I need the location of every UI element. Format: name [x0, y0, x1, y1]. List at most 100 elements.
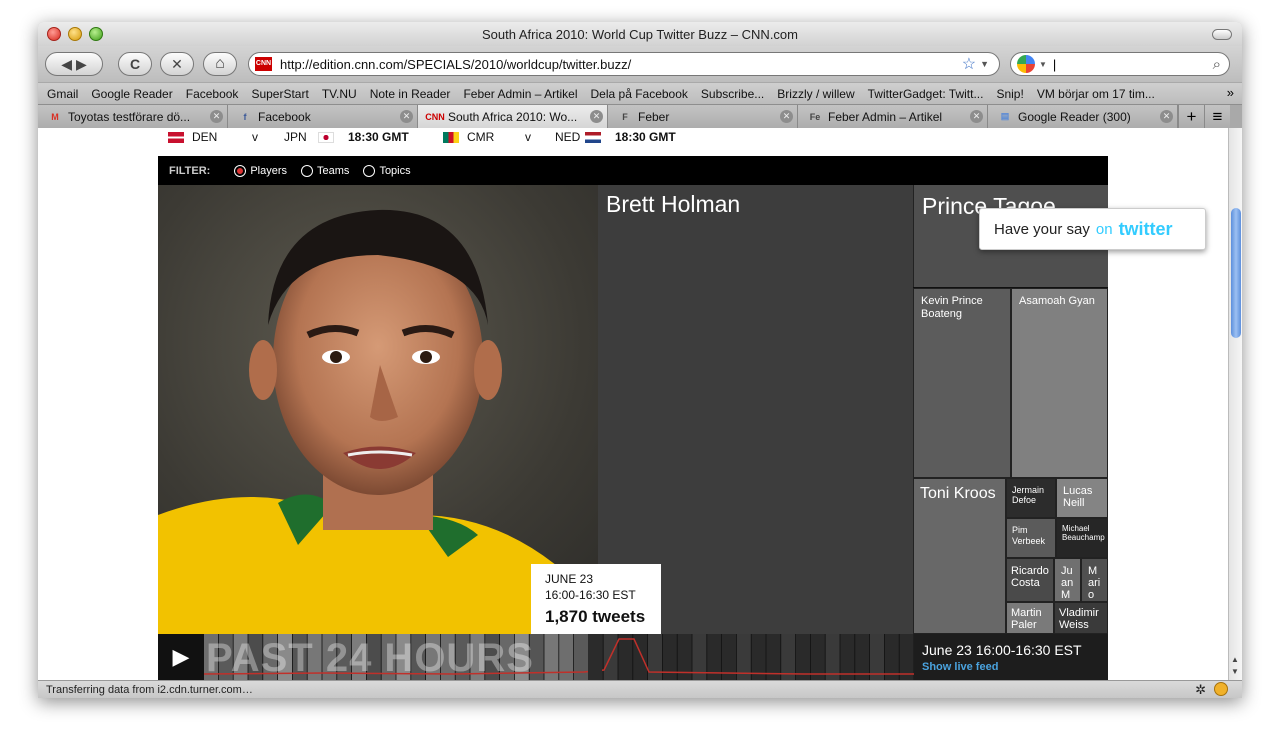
bookmark-item[interactable]: TV.NU — [322, 87, 357, 101]
bookmark-item[interactable]: Subscribe... — [701, 87, 764, 101]
flag-denmark-icon — [168, 131, 184, 143]
reload-button[interactable]: C — [118, 52, 152, 76]
treemap-cell-label: Martin Paler — [1011, 607, 1042, 631]
play-button[interactable]: ▶ — [158, 634, 204, 680]
smiley-addon-icon[interactable] — [1214, 682, 1228, 696]
timeline-segment[interactable] — [884, 634, 899, 680]
filter-radio-topics[interactable] — [363, 164, 376, 177]
tab-list-icon[interactable]: ≡ — [1204, 105, 1230, 128]
back-forward-button[interactable]: ◀ ▶ — [45, 52, 103, 76]
treemap-cell-pim-verbeek[interactable]: Pim Verbeek — [1006, 518, 1056, 558]
bookmark-item[interactable]: TwitterGadget: Twitt... — [868, 87, 984, 101]
tab-close-icon[interactable]: ✕ — [1160, 110, 1173, 123]
browser-window: South Africa 2010: World Cup Twitter Buz… — [38, 22, 1242, 698]
browser-tab[interactable]: M Toyotas testförare dö... ✕ — [38, 105, 228, 128]
bookmarks-bar: Gmail Google Reader Facebook SuperStart TV.N… — [38, 82, 1242, 104]
vertical-scrollbar[interactable]: ▲ ▼ — [1228, 128, 1242, 680]
filter-option-label[interactable]: Players — [250, 165, 287, 177]
bookmarks-overflow-button[interactable]: » — [1227, 85, 1234, 100]
filter-option-label[interactable]: Topics — [379, 165, 410, 177]
chevron-down-icon[interactable]: ▼ — [1039, 60, 1047, 69]
timeline-segment[interactable] — [840, 634, 855, 680]
timeline-segment[interactable] — [662, 634, 677, 680]
tab-close-icon[interactable]: ✕ — [210, 110, 223, 123]
bookmark-star-icon[interactable]: ☆ — [962, 54, 976, 74]
match-home-team: DEN — [192, 130, 218, 144]
timeline-selected-segment[interactable] — [588, 634, 602, 680]
treemap-cell-martin-paler[interactable]: Martin Paler — [1006, 602, 1054, 634]
timeline-segment[interactable] — [618, 634, 633, 680]
twitter-box-on: on — [1095, 220, 1113, 238]
tab-title: Feber Admin – Artikel — [828, 109, 943, 124]
address-bar[interactable]: CNN http://edition.cnn.com/SPECIALS/2010… — [248, 52, 1000, 76]
bookmark-item[interactable]: Dela på Facebook — [591, 87, 688, 101]
treemap-cell-mario-g[interactable]: Mario G — [1081, 558, 1108, 602]
browser-tab[interactable]: Fe Feber Admin – Artikel ✕ — [798, 105, 988, 128]
browser-tab[interactable]: F Feber ✕ — [608, 105, 798, 128]
browser-tab[interactable]: f Facebook ✕ — [228, 105, 418, 128]
bookmark-item[interactable]: Brizzly / willew — [777, 87, 854, 101]
google-search-engine-icon[interactable] — [1017, 55, 1035, 73]
filter-option-label[interactable]: Teams — [317, 165, 349, 177]
tab-favicon-icon: CNN — [425, 111, 445, 122]
firebug-icon[interactable]: ✲ — [1195, 682, 1206, 698]
tab-close-icon[interactable]: ✕ — [400, 110, 413, 123]
search-input[interactable]: | — [1053, 57, 1213, 72]
browser-tab[interactable]: CNN South Africa 2010: Wo... ✕ — [418, 105, 608, 128]
bookmark-item[interactable]: SuperStart — [251, 87, 308, 101]
address-bar-url: http://edition.cnn.com/SPECIALS/2010/wor… — [280, 56, 632, 72]
timeline-segment[interactable] — [648, 634, 662, 680]
timeline-segment[interactable] — [825, 634, 840, 680]
treemap-cell-asamoah-gyan[interactable]: Asamoah Gyan — [1011, 288, 1108, 478]
timeline-segment[interactable] — [899, 634, 914, 680]
filter-radio-teams[interactable] — [301, 164, 314, 177]
tab-title: Google Reader (300) — [1018, 109, 1131, 124]
timeline-segment[interactable] — [559, 634, 574, 680]
new-tab-button[interactable]: + — [1178, 105, 1204, 128]
stop-button[interactable]: ✕ — [160, 52, 194, 76]
treemap-cell-michael-beauchamp[interactable]: Michael Beauchamp — [1056, 518, 1108, 558]
timeline-segment[interactable] — [870, 634, 884, 680]
bookmark-item[interactable]: Gmail — [47, 87, 78, 101]
bookmark-item[interactable]: VM börjar om 17 tim... — [1037, 87, 1155, 101]
tab-close-icon[interactable]: ✕ — [970, 110, 983, 123]
navigation-toolbar: ◀ ▶ C ✕ ⌂ CNN http://edition.cnn.com/SPE… — [38, 46, 1242, 82]
treemap-cell-juan-m[interactable]: Juan M — [1054, 558, 1081, 602]
bookmark-item[interactable]: Facebook — [186, 87, 239, 101]
home-button[interactable]: ⌂ — [203, 52, 237, 76]
treemap-cell-toni-kroos[interactable]: Toni Kroos — [913, 478, 1006, 634]
match-away-team: JPN — [284, 130, 307, 144]
scrollbar-thumb[interactable] — [1231, 208, 1241, 338]
treemap-cell-kevin-prince-boateng[interactable]: Kevin Prince Boateng — [913, 288, 1011, 478]
treemap-cell-jermain-defoe[interactable]: Jermain Defoe — [1006, 478, 1056, 518]
cnn-favicon-icon: CNN — [255, 57, 272, 71]
timeline-segment[interactable] — [574, 634, 588, 680]
tab-close-icon[interactable]: ✕ — [780, 110, 793, 123]
bookmark-item[interactable]: Google Reader — [91, 87, 172, 101]
bookmark-item[interactable]: Snip! — [996, 87, 1023, 101]
have-your-say-twitter-button[interactable]: Have your say on twitter — [979, 208, 1206, 250]
filter-radio-players[interactable] — [234, 164, 247, 177]
toolbar-toggle-button[interactable] — [1212, 29, 1232, 40]
show-live-feed-link[interactable]: Show live feed — [922, 661, 1100, 673]
search-icon[interactable]: ⌕ — [1213, 56, 1221, 73]
treemap-cell-ricardo-costa[interactable]: Ricardo Costa — [1006, 558, 1054, 602]
treemap-cell-label: Jermain Defoe — [1012, 485, 1045, 505]
tab-close-icon[interactable]: ✕ — [590, 110, 603, 123]
treemap-cell-lucas-neill[interactable]: Lucas Neill — [1056, 478, 1108, 518]
scroll-down-icon[interactable]: ▼ — [1231, 667, 1239, 676]
treemap-cell-label: Pim Verbeek — [1012, 525, 1046, 546]
chevron-down-icon[interactable]: ▼ — [980, 59, 989, 69]
bookmark-item[interactable]: Feber Admin – Artikel — [463, 87, 577, 101]
bookmark-item[interactable]: Note in Reader — [370, 87, 451, 101]
timeline-segment[interactable] — [796, 634, 810, 680]
treemap-cell-vladimir-weiss[interactable]: Vladimir Weiss — [1054, 602, 1108, 634]
filter-bar: FILTER: Players Teams Topics — [158, 156, 1108, 185]
browser-tab[interactable]: ▤ Google Reader (300) ✕ — [988, 105, 1178, 128]
search-field[interactable]: ▼ | ⌕ — [1010, 52, 1230, 76]
scroll-up-icon[interactable]: ▲ — [1231, 655, 1239, 664]
timeline-segment[interactable] — [810, 634, 825, 680]
match-vs: v — [252, 130, 258, 144]
timeline-segment[interactable] — [855, 634, 870, 680]
treemap-cell-label: Kevin Prince Boateng — [921, 295, 983, 320]
